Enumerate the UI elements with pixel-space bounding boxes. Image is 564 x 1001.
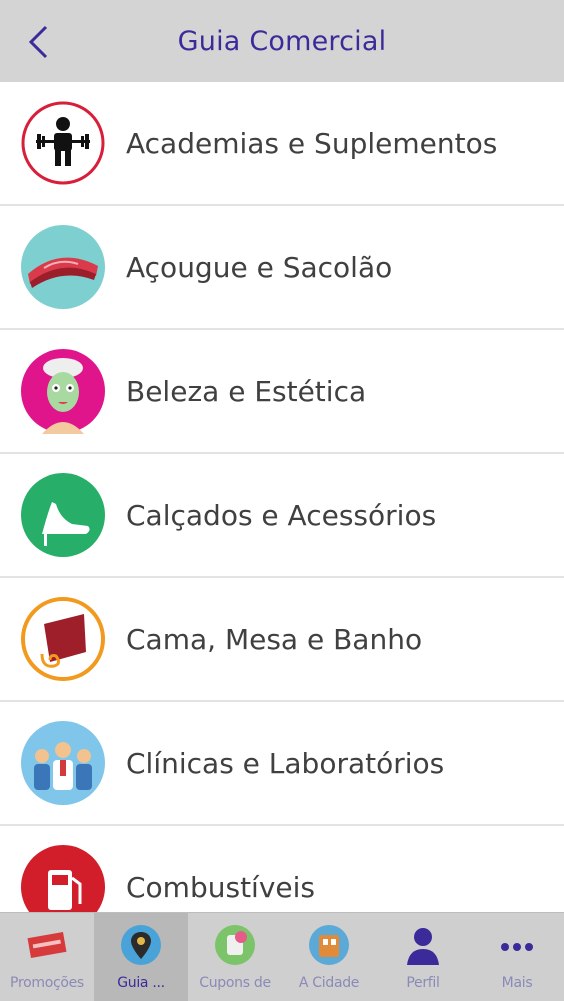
fuel-pump-icon: [20, 844, 106, 912]
list-item[interactable]: Clínicas e Laboratórios: [0, 702, 564, 826]
tab-promocoes[interactable]: Promoções: [0, 913, 94, 1001]
category-label: Calçados e Acessórios: [126, 498, 437, 532]
tab-label: Promoções: [10, 975, 84, 991]
promo-tag-icon: [27, 932, 67, 958]
facial-mask-icon: [20, 348, 106, 434]
weightlifter-icon: [20, 100, 106, 186]
tab-label: A Cidade: [298, 975, 360, 991]
category-label: Clínicas e Laboratórios: [126, 746, 445, 780]
high-heel-shoe-icon: [20, 472, 106, 558]
app-header: Guia Comercial: [0, 0, 564, 83]
category-list: Academias e Suplementos Açougue e Sacolã…: [0, 82, 564, 912]
category-label: Combustíveis: [126, 870, 315, 904]
meat-steak-icon: [20, 224, 106, 310]
coupon-icon: [215, 925, 255, 965]
list-item[interactable]: Combustíveis: [0, 826, 564, 912]
towel-icon: [20, 596, 106, 682]
page-title: Guia Comercial: [177, 25, 387, 57]
more-dots-icon: [501, 943, 533, 951]
tab-guia[interactable]: Guia ...: [94, 913, 188, 1001]
tab-cupons[interactable]: Cupons de: [188, 913, 282, 1001]
list-item[interactable]: Açougue e Sacolão: [0, 206, 564, 330]
bottom-tab-bar: Promoções Guia ... Cupons de A Cidade Pe…: [0, 912, 564, 1001]
category-label: Beleza e Estética: [126, 374, 367, 408]
tab-label: Perfil: [406, 975, 440, 991]
tab-label: Mais: [501, 975, 533, 991]
city-icon: [309, 925, 349, 965]
tab-label: Cupons de: [199, 975, 271, 991]
tab-mais[interactable]: Mais: [470, 913, 564, 1001]
list-item[interactable]: Beleza e Estética: [0, 330, 564, 454]
category-label: Açougue e Sacolão: [126, 250, 393, 284]
category-label: Cama, Mesa e Banho: [126, 622, 423, 656]
list-item[interactable]: Academias e Suplementos: [0, 82, 564, 206]
tab-perfil[interactable]: Perfil: [376, 913, 470, 1001]
doctors-icon: [20, 720, 106, 806]
chevron-left-icon: [28, 25, 48, 59]
tab-label: Guia ...: [117, 975, 165, 991]
back-button[interactable]: [18, 22, 58, 62]
list-item[interactable]: Calçados e Acessórios: [0, 454, 564, 578]
list-item[interactable]: Cama, Mesa e Banho: [0, 578, 564, 702]
map-pin-icon: [121, 925, 161, 965]
category-label: Academias e Suplementos: [126, 126, 498, 160]
tab-a-cidade[interactable]: A Cidade: [282, 913, 376, 1001]
user-icon: [407, 928, 439, 965]
